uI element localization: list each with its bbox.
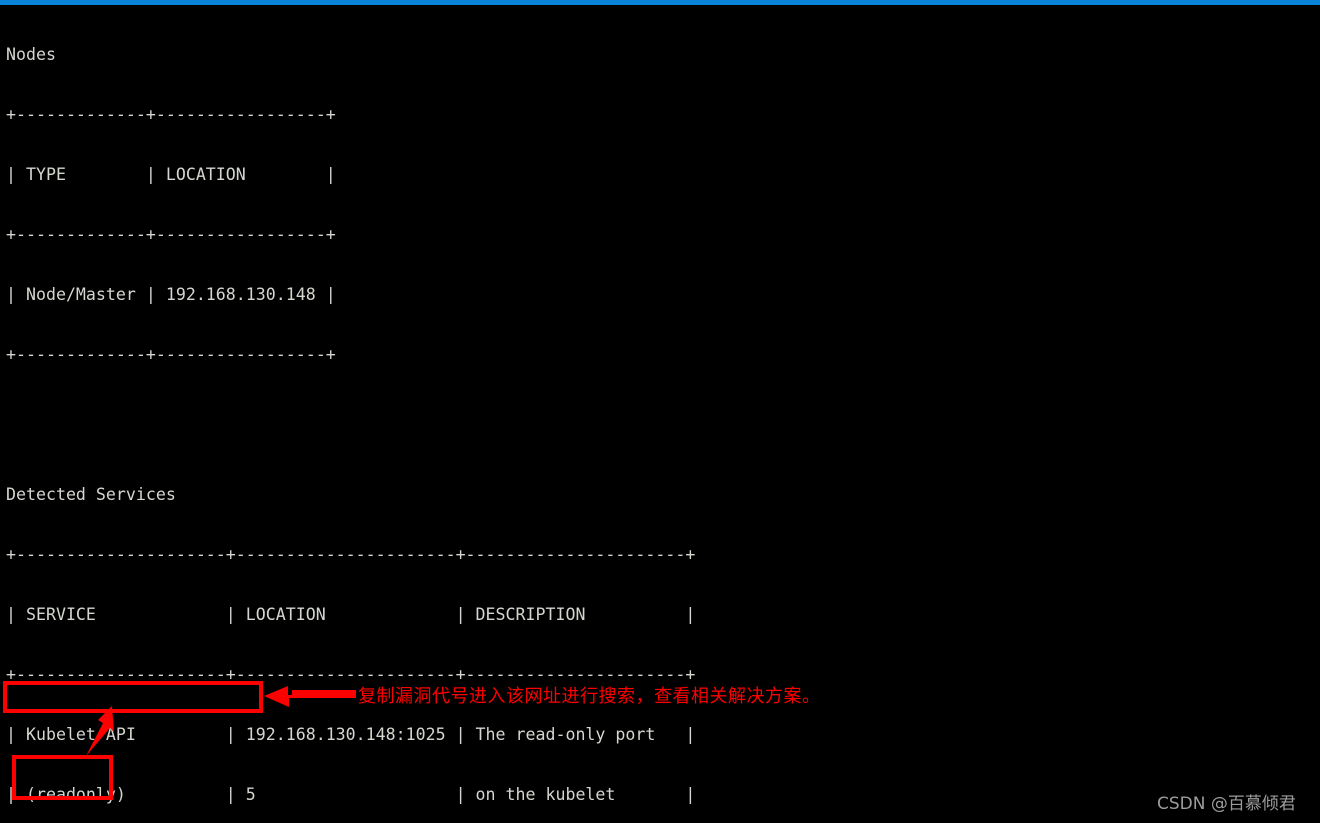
services-table-border-top: +---------------------+-----------------… [6,545,696,564]
services-table-header-row: | SERVICE | LOCATION | DESCRIPTION | [6,605,696,624]
nodes-table-border-top: +-------------+-----------------+ [6,105,336,124]
nodes-table-border-bottom: +-------------+-----------------+ [6,345,336,364]
csdn-watermark: CSDN @百慕倾君 [1157,794,1296,814]
detected-services-heading: Detected Services [6,485,176,504]
nodes-table-row: | Node/Master | 192.168.130.148 | [6,285,336,304]
services-table-header-rule: +---------------------+-----------------… [6,665,696,684]
terminal-window: Nodes +-------------+-----------------+ … [0,0,1320,823]
terminal-output[interactable]: Nodes +-------------+-----------------+ … [0,5,1320,823]
services-table-row: | (readonly) | 5 | on the kubelet | [6,785,696,804]
nodes-table-header-rule: +-------------+-----------------+ [6,225,336,244]
nodes-table-header-row: | TYPE | LOCATION | [6,165,336,184]
services-table-row: | Kubelet API | 192.168.130.148:1025 | T… [6,725,696,744]
nodes-heading: Nodes [6,45,56,64]
